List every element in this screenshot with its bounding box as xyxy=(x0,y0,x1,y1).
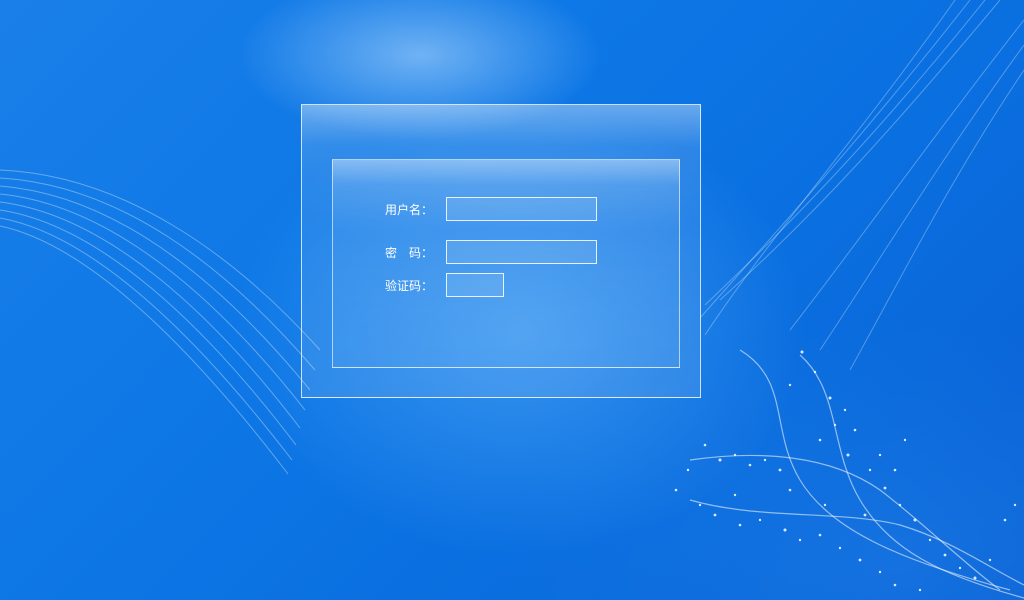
captcha-row: 验证码： xyxy=(333,273,681,299)
password-label: 密 码： xyxy=(385,246,434,260)
password-row: 密 码： xyxy=(333,240,681,266)
username-row: 用户名： xyxy=(333,197,681,223)
username-label: 用户名： xyxy=(385,203,434,217)
login-form: 用户名： 密 码： 验证码： xyxy=(332,159,680,368)
password-input[interactable] xyxy=(446,240,597,264)
username-input[interactable] xyxy=(446,197,597,221)
captcha-input[interactable] xyxy=(446,273,504,297)
captcha-label: 验证码： xyxy=(385,279,434,293)
login-dialog: 用户名： 密 码： 验证码： xyxy=(301,104,701,398)
